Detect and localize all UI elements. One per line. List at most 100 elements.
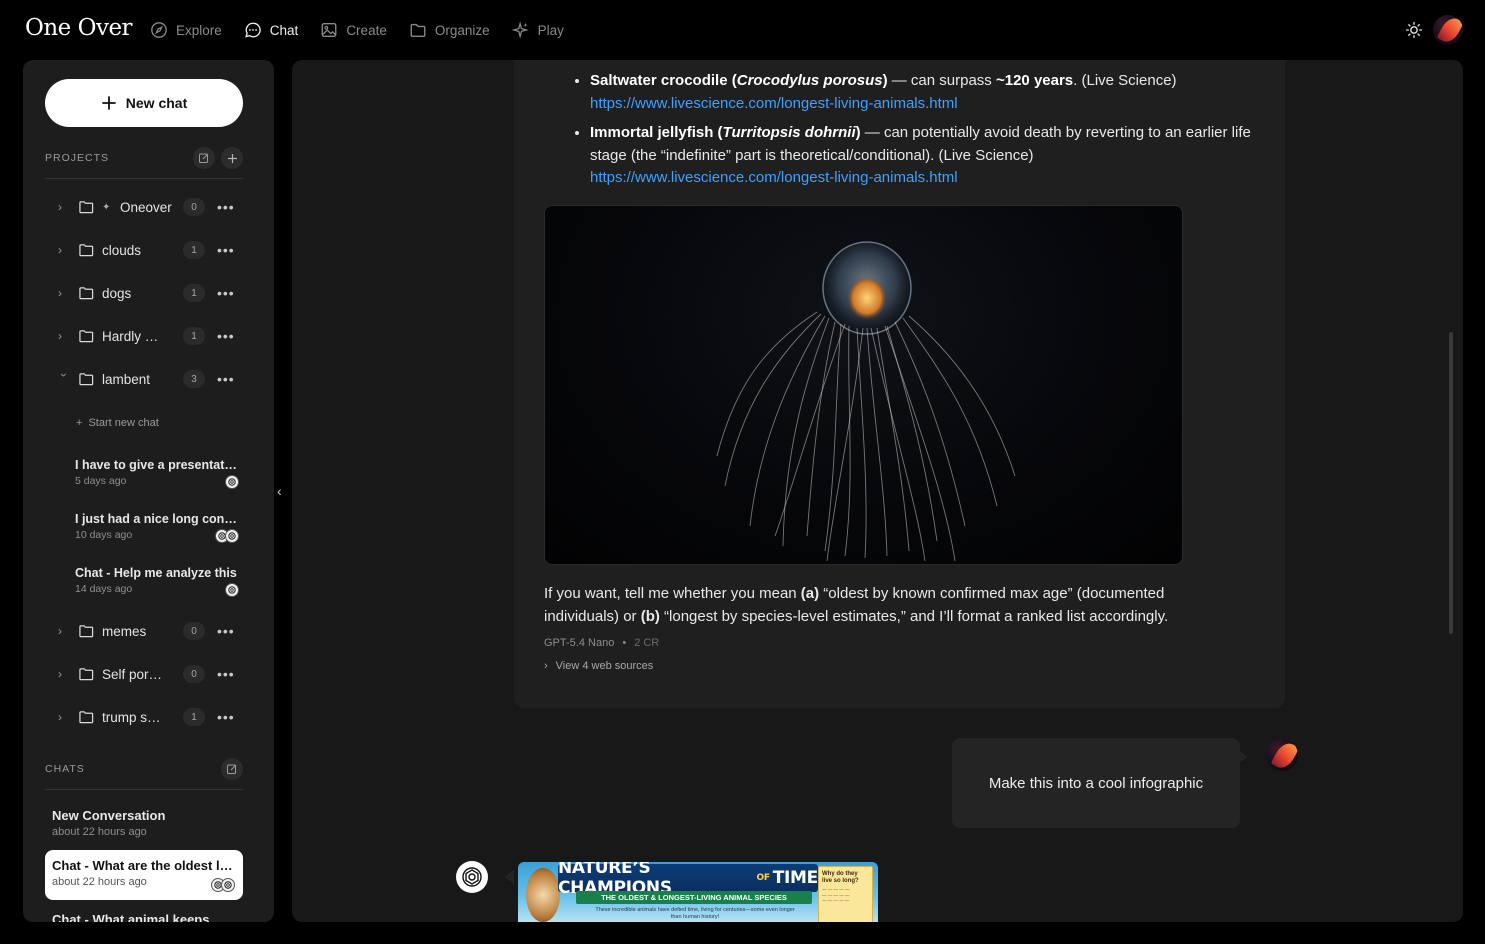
note-lines: — — — — — — — — — — — — — — — <box>822 887 850 903</box>
edit-icon <box>227 764 237 774</box>
hourglass-icon <box>526 868 560 922</box>
chevron-right-icon[interactable]: › <box>58 243 70 257</box>
chats-header: CHATS <box>45 758 243 780</box>
para-text: “longest by species-level estimates,” an… <box>659 607 1169 625</box>
nav-organize[interactable]: Organize <box>409 20 490 40</box>
folder-icon <box>410 23 426 37</box>
more-options-icon[interactable]: ••• <box>217 666 235 682</box>
project-item[interactable]: › Self portraits 0 ••• <box>45 660 243 688</box>
chat-title: I have to give a presentation <box>75 458 239 472</box>
chevron-down-icon[interactable]: › <box>57 373 71 385</box>
infographic-tagline: These incredible animals have defied tim… <box>595 907 795 920</box>
more-options-icon[interactable]: ••• <box>217 199 235 215</box>
nav-explore[interactable]: Explore <box>150 20 222 40</box>
more-options-icon[interactable]: ••• <box>217 285 235 301</box>
user-message-text: Make this into a cool infographic <box>988 774 1204 792</box>
plus-icon <box>101 96 116 110</box>
generated-infographic[interactable]: NATURE’S CHAMPIONS OF TIME THE OLDEST & … <box>518 862 878 922</box>
model-icons <box>225 475 239 489</box>
start-new-chat-link[interactable]: + Start new chat <box>76 417 159 429</box>
project-count-badge: 0 <box>183 622 205 640</box>
animal-name: Immortal jellyfish <box>590 124 714 141</box>
new-chat-button[interactable]: New chat <box>45 79 243 127</box>
project-item[interactable]: › trump stuff 1 ••• <box>45 703 243 731</box>
bullet-emphasis: ~120 years <box>995 72 1074 89</box>
project-item[interactable]: › clouds 1 ••• <box>45 236 243 264</box>
message-meta: GPT-5.4 Nano • 2 CR <box>544 637 659 649</box>
add-project-button[interactable] <box>221 147 243 169</box>
project-chat-item[interactable]: I have to give a presentation 5 days ago <box>75 458 239 489</box>
projects-header: PROJECTS <box>45 147 243 169</box>
infographic-title: NATURE’S CHAMPIONS OF TIME <box>558 862 818 898</box>
folder-icon <box>79 201 94 214</box>
divider <box>45 789 243 790</box>
project-item[interactable]: › Hardly working 1 ••• <box>45 322 243 350</box>
chat-title: Chat - What animal keeps <box>52 912 210 922</box>
jellyfish-image[interactable] <box>544 205 1183 565</box>
folder-icon <box>79 244 94 257</box>
source-link[interactable]: https://www.livescience.com/longest-livi… <box>590 169 958 186</box>
infographic-title-of: OF <box>756 873 771 883</box>
chevron-right-icon[interactable]: › <box>58 200 70 214</box>
chat-list-item[interactable]: New Conversation about 22 hours ago <box>45 800 243 846</box>
chat-panel: Saltwater crocodile (Crocodylus porosus)… <box>292 60 1463 922</box>
nav-chat[interactable]: Chat <box>244 20 298 40</box>
chat-date: 5 days ago <box>75 475 127 487</box>
project-name: memes <box>102 623 147 639</box>
project-count-badge: 1 <box>183 241 205 259</box>
main-nav: Explore Chat Create Organize Play <box>150 20 564 40</box>
nav-organize-label: Organize <box>434 22 490 38</box>
chat-title: New Conversation <box>52 808 166 823</box>
sparkle-icon <box>511 21 529 39</box>
user-avatar[interactable] <box>1433 15 1463 45</box>
more-options-icon[interactable]: ••• <box>217 623 235 639</box>
app-logo[interactable]: One Over <box>25 15 133 41</box>
project-item[interactable]: › ✦ Oneover 0 ••• <box>45 193 243 221</box>
chevron-right-icon[interactable]: › <box>58 286 70 300</box>
project-count-badge: 1 <box>183 708 205 726</box>
folder-icon <box>79 330 94 343</box>
edit-projects-button[interactable] <box>193 147 215 169</box>
chevron-right-icon[interactable]: › <box>58 624 70 638</box>
chevron-right-icon[interactable]: › <box>58 667 70 681</box>
chat-list-item-active[interactable]: Chat - What are the oldest living animal… <box>45 850 243 900</box>
edit-chats-button[interactable] <box>221 758 243 780</box>
scrollbar-thumb[interactable] <box>1449 332 1453 634</box>
nav-play[interactable]: Play <box>511 20 564 40</box>
chats-heading: CHATS <box>45 763 85 775</box>
openai-icon <box>221 878 235 892</box>
nav-create[interactable]: Create <box>320 20 387 40</box>
sun-icon[interactable] <box>1405 21 1423 39</box>
edit-icon <box>199 153 209 163</box>
sources-label: View 4 web sources <box>555 660 654 672</box>
chevron-right-icon[interactable]: › <box>58 710 70 724</box>
model-name: GPT-5.4 Nano <box>544 637 615 649</box>
more-options-icon[interactable]: ••• <box>217 328 235 344</box>
projects-heading: PROJECTS <box>45 152 110 164</box>
project-count-badge: 0 <box>183 665 205 683</box>
note-question: Why do they live so long? <box>822 871 859 884</box>
option-b: (b) <box>640 607 660 625</box>
view-sources-toggle[interactable]: › View 4 web sources <box>544 660 653 672</box>
project-item[interactable]: › lambent 3 ••• <box>45 365 243 393</box>
more-options-icon[interactable]: ••• <box>217 709 235 725</box>
project-item[interactable]: › dogs 1 ••• <box>45 279 243 307</box>
user-avatar <box>1266 739 1298 771</box>
more-options-icon[interactable]: ••• <box>217 242 235 258</box>
project-count-badge: 1 <box>183 284 205 302</box>
project-chat-item[interactable]: I just had a nice long conversation 10 d… <box>75 512 239 543</box>
chat-title: Chat - What are the oldest living animal… <box>52 858 235 873</box>
source-link[interactable]: https://www.livescience.com/longest-livi… <box>590 95 958 112</box>
project-chat-item[interactable]: Chat - Help me analyze this 14 days ago <box>75 566 239 597</box>
openai-icon <box>456 861 488 893</box>
bubble-tail <box>504 870 514 884</box>
pin-icon: ✦ <box>102 201 111 213</box>
bullet-text: — can surpass <box>887 72 996 89</box>
project-item[interactable]: › memes 0 ••• <box>45 617 243 645</box>
collapse-sidebar-button[interactable]: ‹ <box>277 483 282 499</box>
chevron-right-icon[interactable]: › <box>58 329 70 343</box>
project-name: Hardly working <box>102 328 164 344</box>
infographic-note: Why do they live so long? — — — — — — — —… <box>818 866 873 922</box>
more-options-icon[interactable]: ••• <box>217 371 235 387</box>
chat-list-item[interactable]: Chat - What animal keeps <box>45 904 243 922</box>
